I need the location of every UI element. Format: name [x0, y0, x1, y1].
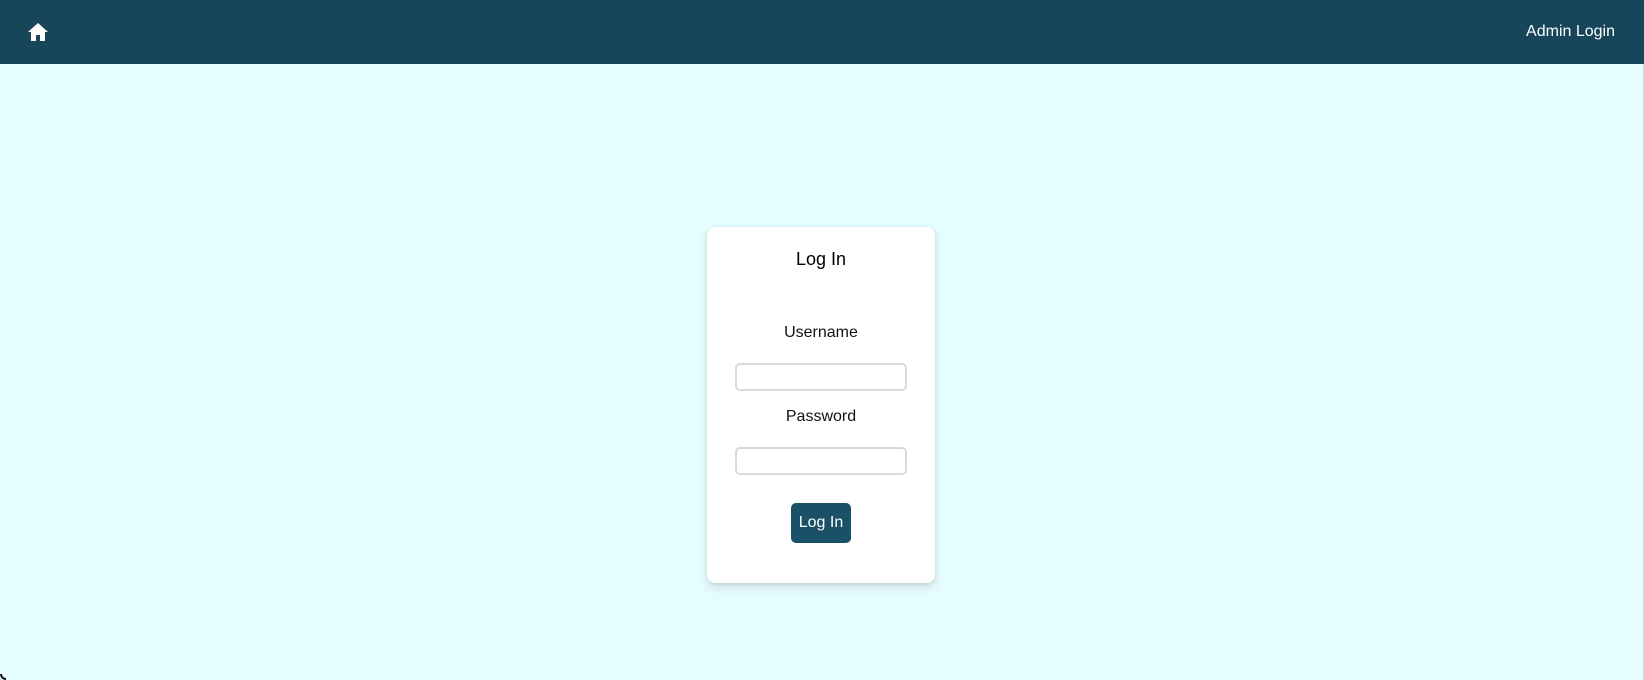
home-button[interactable]: [27, 21, 49, 43]
admin-login-link[interactable]: Admin Login: [1526, 23, 1615, 41]
username-label: Username: [784, 324, 858, 341]
top-nav-bar: Admin Login: [0, 0, 1644, 64]
login-button[interactable]: Log In: [791, 503, 851, 543]
password-input[interactable]: [735, 447, 907, 475]
login-title: Log In: [795, 249, 847, 269]
home-icon: [28, 23, 48, 41]
login-card: Log In Username Password Log In: [707, 227, 935, 583]
username-input[interactable]: [735, 363, 907, 391]
password-label: Password: [785, 408, 857, 425]
window-corner: [0, 674, 6, 680]
